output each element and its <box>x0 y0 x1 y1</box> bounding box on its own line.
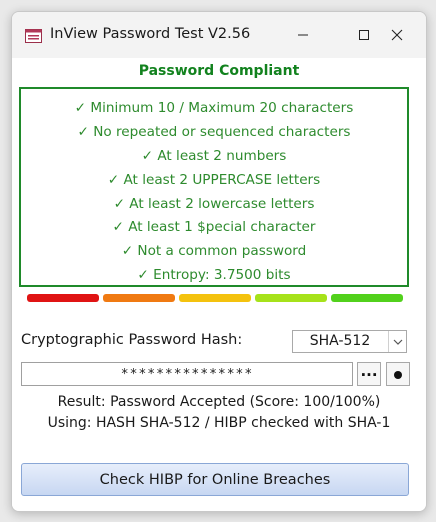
strength-meter <box>27 294 403 302</box>
criteria-item: ✓ At least 2 UPPERCASE letters <box>107 171 321 188</box>
minimize-button[interactable] <box>274 12 332 58</box>
criteria-item: ✓ Minimum 10 / Maximum 20 characters <box>74 100 354 116</box>
strength-segment <box>103 294 175 302</box>
hash-selected-value: SHA-512 <box>309 333 371 349</box>
result-method-text: Using: HASH SHA-512 / HIBP checked with … <box>47 415 391 431</box>
hash-algorithm-select[interactable]: SHA-512 <box>292 330 407 353</box>
window-title: InView Password Test V2.56 <box>50 26 251 42</box>
criteria-item: ✓ At least 2 lowercase letters <box>113 195 315 212</box>
strength-segment <box>179 294 251 302</box>
toggle-button[interactable] <box>386 362 410 386</box>
app-form-icon <box>25 28 42 43</box>
criteria-item: ✓ No repeated or sequenced characters <box>77 123 351 140</box>
criteria-panel: ✓ Minimum 10 / Maximum 20 characters ✓ N… <box>19 87 409 302</box>
criteria-item: ✓ Not a common password <box>121 243 307 260</box>
chevron-down-icon[interactable] <box>388 331 406 352</box>
title-bar[interactable]: InView Password Test V2.56 <box>12 12 426 58</box>
app-window: InView Password Test V2.56 Password Comp… <box>11 11 427 512</box>
strength-segment <box>27 294 99 302</box>
password-input[interactable] <box>21 362 353 386</box>
strength-segment <box>255 294 327 302</box>
dot-icon <box>393 365 403 384</box>
close-icon <box>391 29 403 41</box>
criteria-list: ✓ Minimum 10 / Maximum 20 characters ✓ N… <box>21 97 407 288</box>
hash-label: Cryptographic Password Hash: <box>21 332 243 348</box>
strength-segment <box>331 294 403 302</box>
browse-button[interactable]: ... <box>357 362 381 386</box>
form-body: Password Compliant ✓ Minimum 10 / Maximu… <box>12 58 426 511</box>
criteria-item: ✓ At least 1 $pecial character <box>112 219 316 236</box>
result-status-text: Result: Password Accepted (Score: 100/10… <box>57 394 381 410</box>
criteria-item: ✓ At least 2 numbers <box>141 147 287 164</box>
compliance-status-label: Password Compliant <box>138 63 300 79</box>
criteria-item: ✓ Entropy: 3.7500 bits <box>137 267 291 284</box>
check-hibp-button[interactable]: Check HIBP for Online Breaches <box>21 463 409 496</box>
close-button[interactable] <box>368 12 426 58</box>
minimize-icon <box>297 29 309 41</box>
